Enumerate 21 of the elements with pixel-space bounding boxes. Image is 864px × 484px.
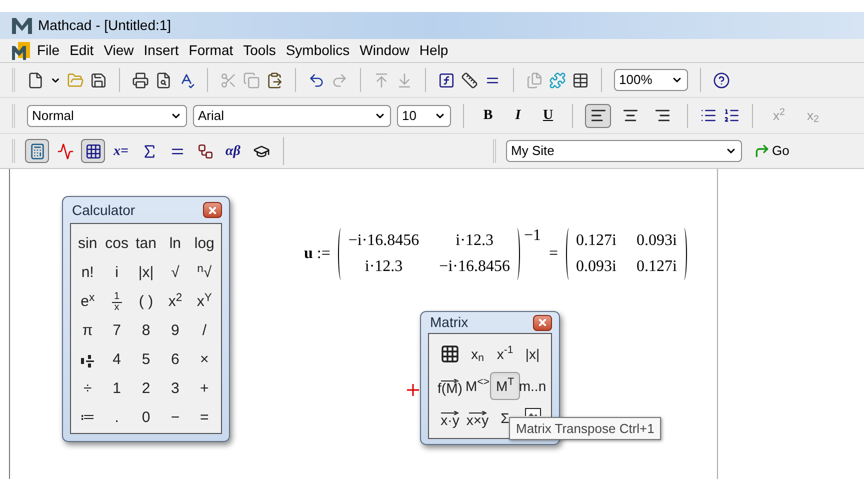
dropdown-value: 10 — [402, 106, 416, 125]
exponent: −1 — [524, 226, 541, 246]
matrix-entry: 0.093i — [636, 231, 677, 251]
dropdown-value: 100% — [619, 71, 652, 90]
window-title: Mathcad - [Untitled:1] — [38, 16, 172, 35]
matrix-entry: −i·16.8456 — [348, 231, 420, 251]
assign-operator: := — [316, 244, 330, 264]
matrix-entry: 0.127i — [636, 257, 677, 277]
dropdown-value: Arial — [198, 106, 224, 125]
equation-variable: u — [304, 244, 313, 264]
matrix-entry: 0.093i — [576, 257, 616, 277]
matrix-entry: i·12.3 — [364, 257, 404, 277]
matrix-entry: i·12.3 — [454, 231, 494, 251]
matrix-entry: −i·16.8456 — [439, 257, 510, 277]
dropdown-value: Normal — [32, 106, 74, 125]
palette-title: Matrix — [429, 313, 468, 332]
equals-sign: = — [549, 244, 558, 264]
dropdown-value: My Site — [511, 142, 554, 160]
tooltip: Matrix Transpose Ctrl+1 — [509, 417, 662, 440]
palette-title: Calculator — [71, 200, 136, 220]
matrix-entry: 0.127i — [576, 231, 616, 251]
